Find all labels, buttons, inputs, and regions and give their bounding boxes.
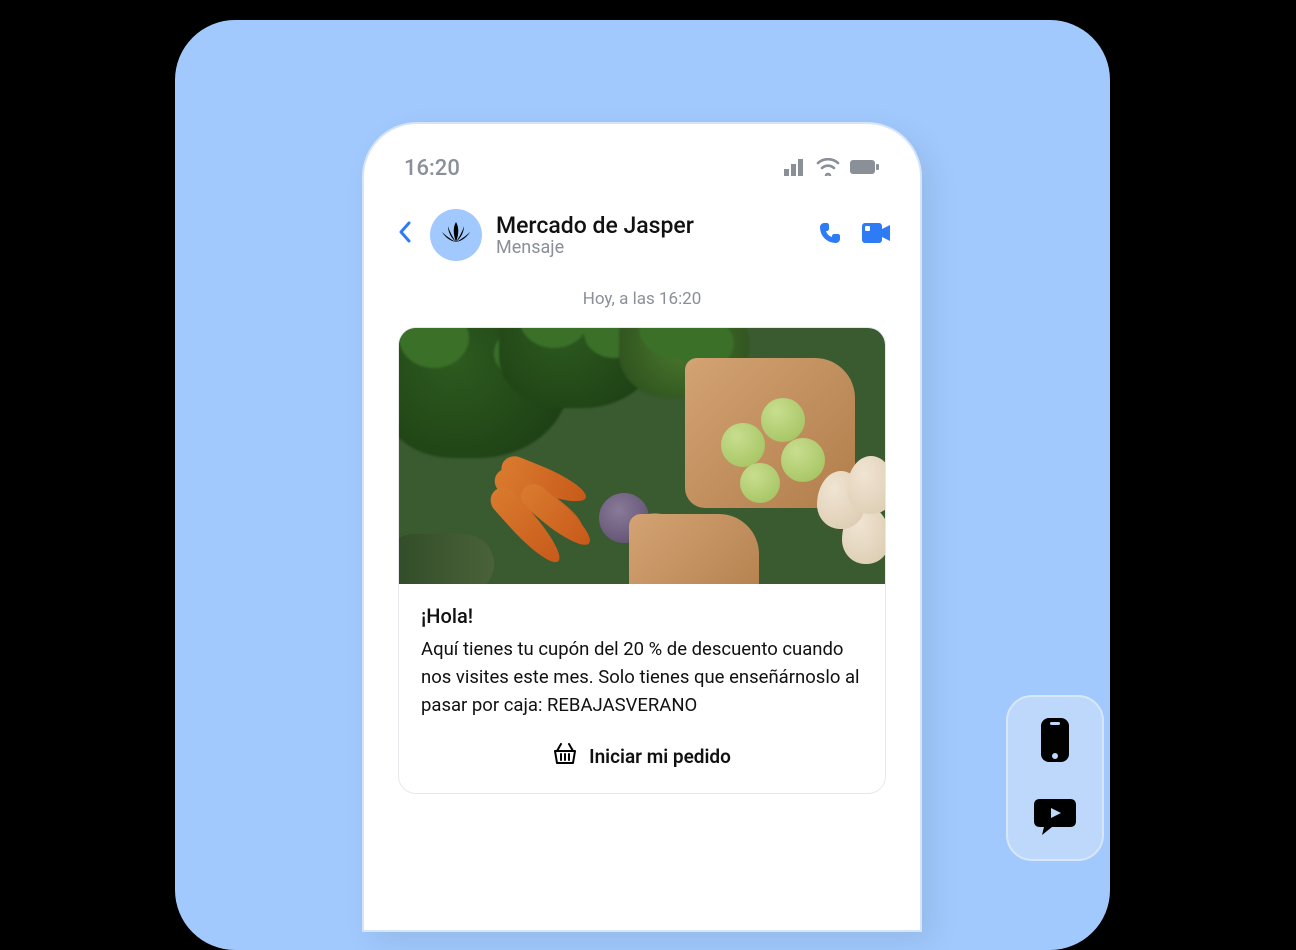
chat-widget-button[interactable] <box>1034 795 1076 839</box>
chat-title-group: Mercado de Jasper Mensaje <box>496 212 804 258</box>
basket-icon <box>553 743 577 769</box>
chat-avatar[interactable] <box>430 209 482 261</box>
header-actions <box>818 221 890 249</box>
mobile-view-button[interactable] <box>1038 717 1072 767</box>
chat-header: Mercado de Jasper Mensaje <box>386 209 898 261</box>
status-bar: 16:20 <box>386 156 898 181</box>
message-timestamp: Hoy, a las 16:20 <box>386 289 898 309</box>
message-body: ¡Hola! Aquí tienes tu cupón del 20 % de … <box>399 584 885 793</box>
cta-label: Iniciar mi pedido <box>589 745 731 768</box>
message-card: ¡Hola! Aquí tienes tu cupón del 20 % de … <box>398 327 886 794</box>
lotus-icon <box>440 220 472 250</box>
start-order-button[interactable]: Iniciar mi pedido <box>421 727 863 779</box>
video-call-button[interactable] <box>862 223 890 247</box>
chat-subtitle: Mensaje <box>496 237 804 258</box>
status-indicators <box>784 158 880 180</box>
phone-mockup: 16:20 Mercado de Jasper Mensaje <box>362 122 922 932</box>
wifi-icon <box>816 158 840 180</box>
chat-title: Mercado de Jasper <box>496 212 804 239</box>
status-time: 16:20 <box>404 156 460 181</box>
battery-icon <box>850 159 880 179</box>
message-greeting: ¡Hola! <box>421 604 863 628</box>
message-text: Aquí tienes tu cupón del 20 % de descuen… <box>421 636 863 719</box>
message-image <box>399 328 885 584</box>
voice-call-button[interactable] <box>818 221 842 249</box>
signal-icon <box>784 158 806 180</box>
side-toolbar <box>1006 695 1104 861</box>
back-button[interactable] <box>394 217 416 253</box>
